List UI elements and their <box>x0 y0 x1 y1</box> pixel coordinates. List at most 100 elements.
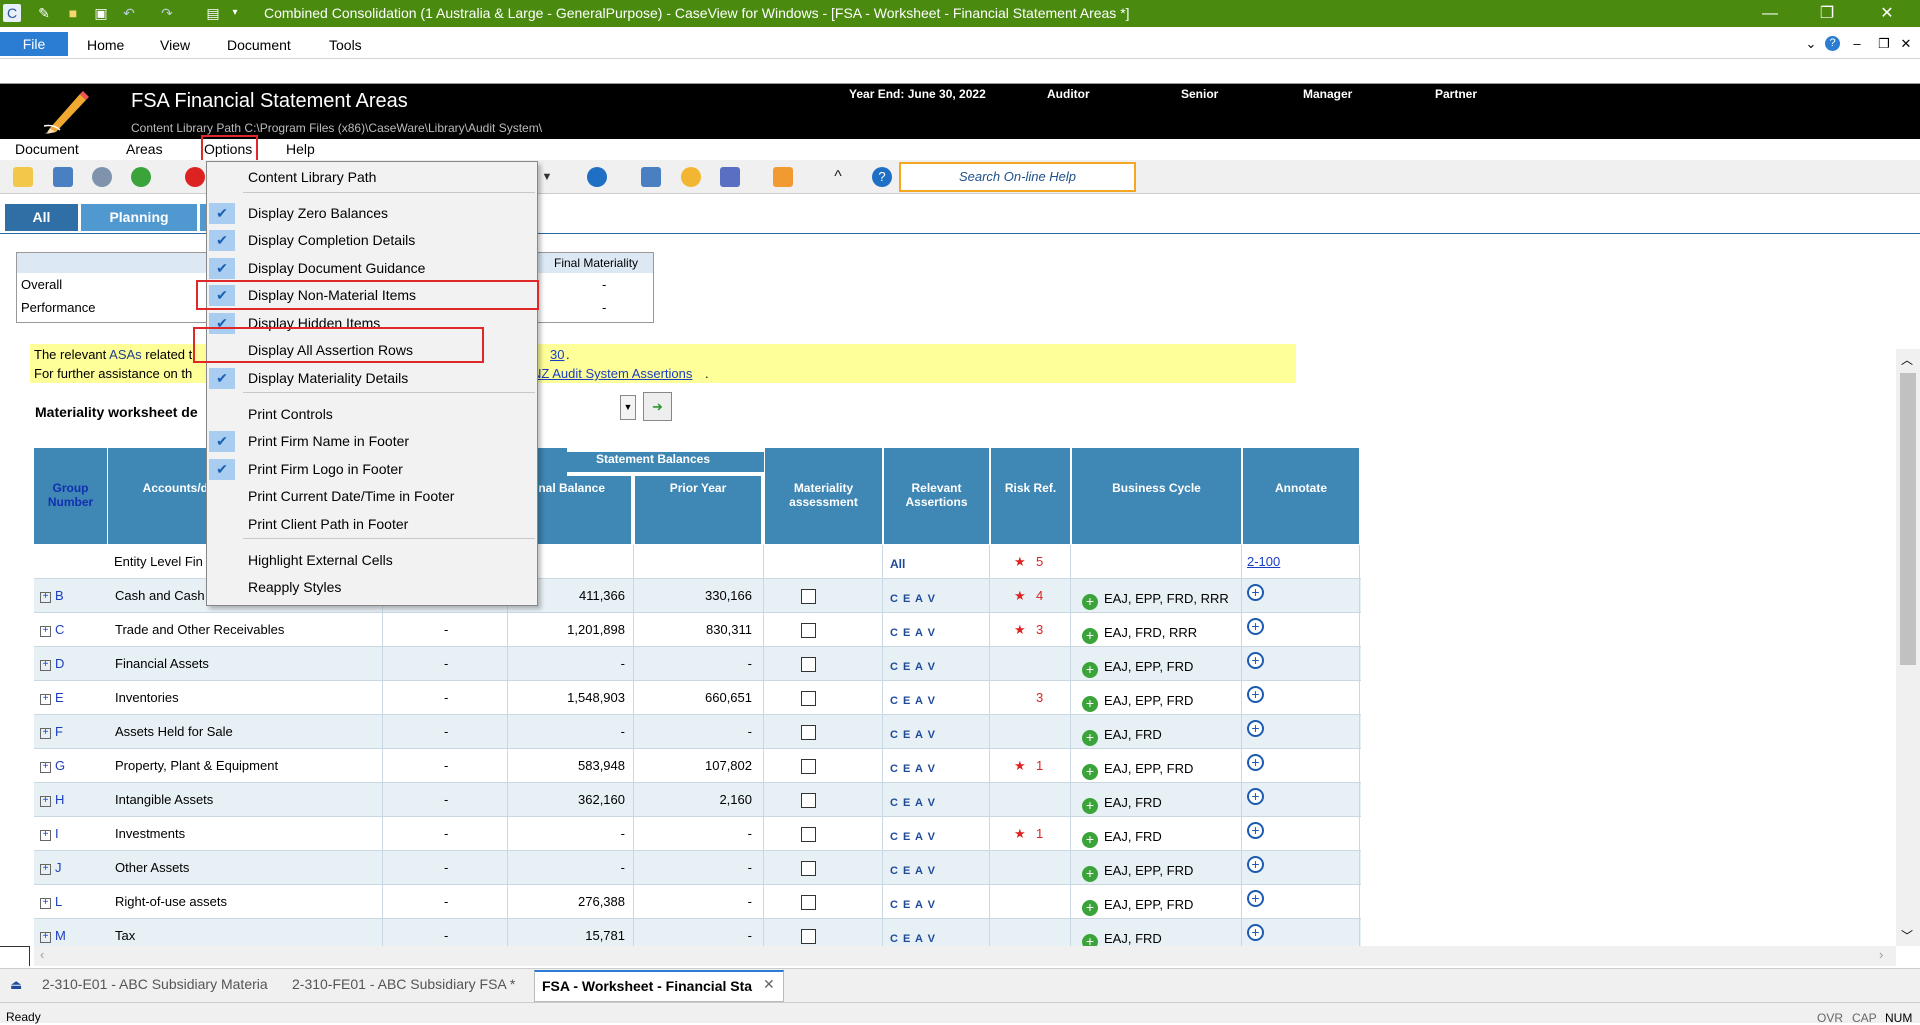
menu-document[interactable]: Document <box>15 141 79 157</box>
options-menu-item[interactable]: ✔ Display Materiality Details <box>207 365 537 392</box>
scroll-left-icon[interactable]: ‹ <box>40 947 44 962</box>
help-icon[interactable]: ? <box>1825 36 1840 51</box>
expand-icon[interactable]: + <box>40 762 51 773</box>
menu-help[interactable]: Help <box>286 141 315 157</box>
assertions-cell[interactable]: C E A V <box>890 582 936 616</box>
options-menu-item[interactable]: ✔ Display Document Guidance <box>207 255 537 282</box>
ribbon-tab-home[interactable]: Home <box>87 37 124 53</box>
scroll-down-icon[interactable]: ﹀ <box>1901 927 1913 944</box>
go-arrow-icon[interactable]: ➜ <box>643 392 672 421</box>
assertions-cell[interactable]: C E A V <box>890 650 936 684</box>
options-menu-item[interactable]: ✔ Print Firm Name in Footer <box>207 428 537 455</box>
collapse-ribbon-icon[interactable]: ⌄ <box>1803 36 1819 52</box>
home-icon[interactable] <box>773 167 793 187</box>
scroll-thumb[interactable] <box>1900 373 1916 665</box>
expand-icon[interactable]: + <box>40 796 51 807</box>
chevron-up-icon[interactable]: ^ <box>828 167 848 187</box>
risk-ref[interactable]: 4 <box>1036 579 1043 613</box>
assertions-cell[interactable]: C E A V <box>890 752 936 786</box>
add-cycle-icon[interactable]: + <box>1082 628 1098 644</box>
add-cycle-icon[interactable]: + <box>1082 934 1098 946</box>
help-question-icon[interactable]: ? <box>872 167 892 187</box>
doc-tab-subsidiary-fsa[interactable]: 2-310-FE01 - ABC Subsidiary FSA * <box>292 976 515 992</box>
expand-icon[interactable]: + <box>40 626 51 637</box>
settings-icon[interactable] <box>92 167 112 187</box>
options-menu-item[interactable]: Print Controls <box>207 401 537 428</box>
options-menu-item[interactable]: Content Library Path <box>207 164 537 191</box>
edit-icon[interactable] <box>53 167 73 187</box>
minimize-icon[interactable]: — <box>1747 2 1793 26</box>
expand-icon[interactable]: + <box>40 592 51 603</box>
print-preview-icon[interactable]: ▤ <box>204 4 222 22</box>
menu-areas[interactable]: Areas <box>126 141 163 157</box>
expand-icon[interactable]: + <box>40 864 51 875</box>
annotate-add-icon[interactable]: + <box>1247 686 1264 703</box>
add-cycle-icon[interactable]: + <box>1082 696 1098 712</box>
add-cycle-icon[interactable]: + <box>1082 662 1098 678</box>
annotate-add-icon[interactable]: + <box>1247 652 1264 669</box>
annotate-add-icon[interactable]: + <box>1247 822 1264 839</box>
group-cell[interactable]: + J <box>40 851 62 885</box>
add-cycle-icon[interactable]: + <box>1082 764 1098 780</box>
materiality-checkbox[interactable] <box>801 827 816 842</box>
search-online-help[interactable]: Search On-line Help <box>899 162 1136 192</box>
redo-icon[interactable]: ↷ <box>158 4 176 22</box>
options-menu-item[interactable]: ✔ Print Firm Logo in Footer <box>207 456 537 483</box>
group-cell[interactable]: + B <box>40 579 64 613</box>
formula-bar[interactable] <box>0 59 1920 84</box>
quick-access-dropdown-icon[interactable]: ▾ <box>226 4 244 22</box>
tab-planning[interactable]: Planning <box>81 204 197 231</box>
add-cycle-icon[interactable]: + <box>1082 866 1098 882</box>
options-menu-item[interactable]: Highlight External Cells <box>207 547 537 574</box>
asas-link[interactable]: ASAs <box>109 347 142 362</box>
annotate-add-icon[interactable]: + <box>1247 890 1264 907</box>
refresh-icon[interactable] <box>131 167 151 187</box>
options-menu-item[interactable]: Print Client Path in Footer <box>207 511 537 538</box>
expand-icon[interactable]: + <box>40 898 51 909</box>
file-menu[interactable]: File <box>0 32 68 56</box>
add-cycle-icon[interactable]: + <box>1082 798 1098 814</box>
eject-icon[interactable]: ⏏ <box>10 977 22 993</box>
annotate-add-icon[interactable]: + <box>1247 720 1264 737</box>
scroll-up-icon[interactable]: ︿ <box>1901 351 1913 368</box>
group-cell[interactable]: + H <box>40 783 64 817</box>
sun-icon[interactable] <box>681 167 701 187</box>
assertions-link[interactable]: NZ Audit System Assertions <box>532 366 692 381</box>
assertions-cell[interactable]: C E A V <box>890 854 936 888</box>
alert-icon[interactable] <box>185 167 205 187</box>
add-cycle-icon[interactable]: + <box>1082 832 1098 848</box>
close-tab-icon[interactable]: ✕ <box>763 976 775 993</box>
materiality-checkbox[interactable] <box>801 929 816 944</box>
ribbon-tab-view[interactable]: View <box>160 37 190 53</box>
entity-risk[interactable]: 5 <box>1036 545 1043 579</box>
ribbon-tab-document[interactable]: Document <box>227 37 291 53</box>
new-item-icon[interactable] <box>13 167 33 187</box>
options-menu-item[interactable]: Print Current Date/Time in Footer <box>207 483 537 510</box>
assertions-cell[interactable]: C E A V <box>890 684 936 718</box>
horizontal-scrollbar[interactable]: ‹ › <box>34 946 1896 966</box>
expand-icon[interactable]: + <box>40 932 51 943</box>
risk-ref[interactable]: 1 <box>1036 817 1043 851</box>
expand-icon[interactable]: + <box>40 830 51 841</box>
info-document-icon[interactable] <box>641 167 661 187</box>
assertions-cell[interactable]: C E A V <box>890 718 936 752</box>
save-icon[interactable]: ▣ <box>92 4 110 22</box>
materiality-checkbox[interactable] <box>801 793 816 808</box>
options-menu-item[interactable]: ✔ Display Completion Details <box>207 227 537 254</box>
materiality-checkbox[interactable] <box>801 759 816 774</box>
open-folder-icon[interactable]: ■ <box>64 4 82 22</box>
group-cell[interactable]: + D <box>40 647 64 681</box>
close-icon[interactable]: ✕ <box>1864 2 1910 26</box>
annotate-add-icon[interactable]: + <box>1247 754 1264 771</box>
doc-restore-icon[interactable]: ❐ <box>1876 36 1892 52</box>
add-cycle-icon[interactable]: + <box>1082 900 1098 916</box>
entity-assertions[interactable]: All <box>890 547 905 581</box>
scroll-right-icon[interactable]: › <box>1879 947 1883 962</box>
new-document-icon[interactable]: ✎ <box>35 4 53 22</box>
tab-all[interactable]: All <box>5 204 78 231</box>
add-cycle-icon[interactable]: + <box>1082 730 1098 746</box>
sync-icon[interactable] <box>587 167 607 187</box>
materiality-checkbox[interactable] <box>801 725 816 740</box>
group-cell[interactable]: + L <box>40 885 62 919</box>
expand-icon[interactable]: + <box>40 694 51 705</box>
